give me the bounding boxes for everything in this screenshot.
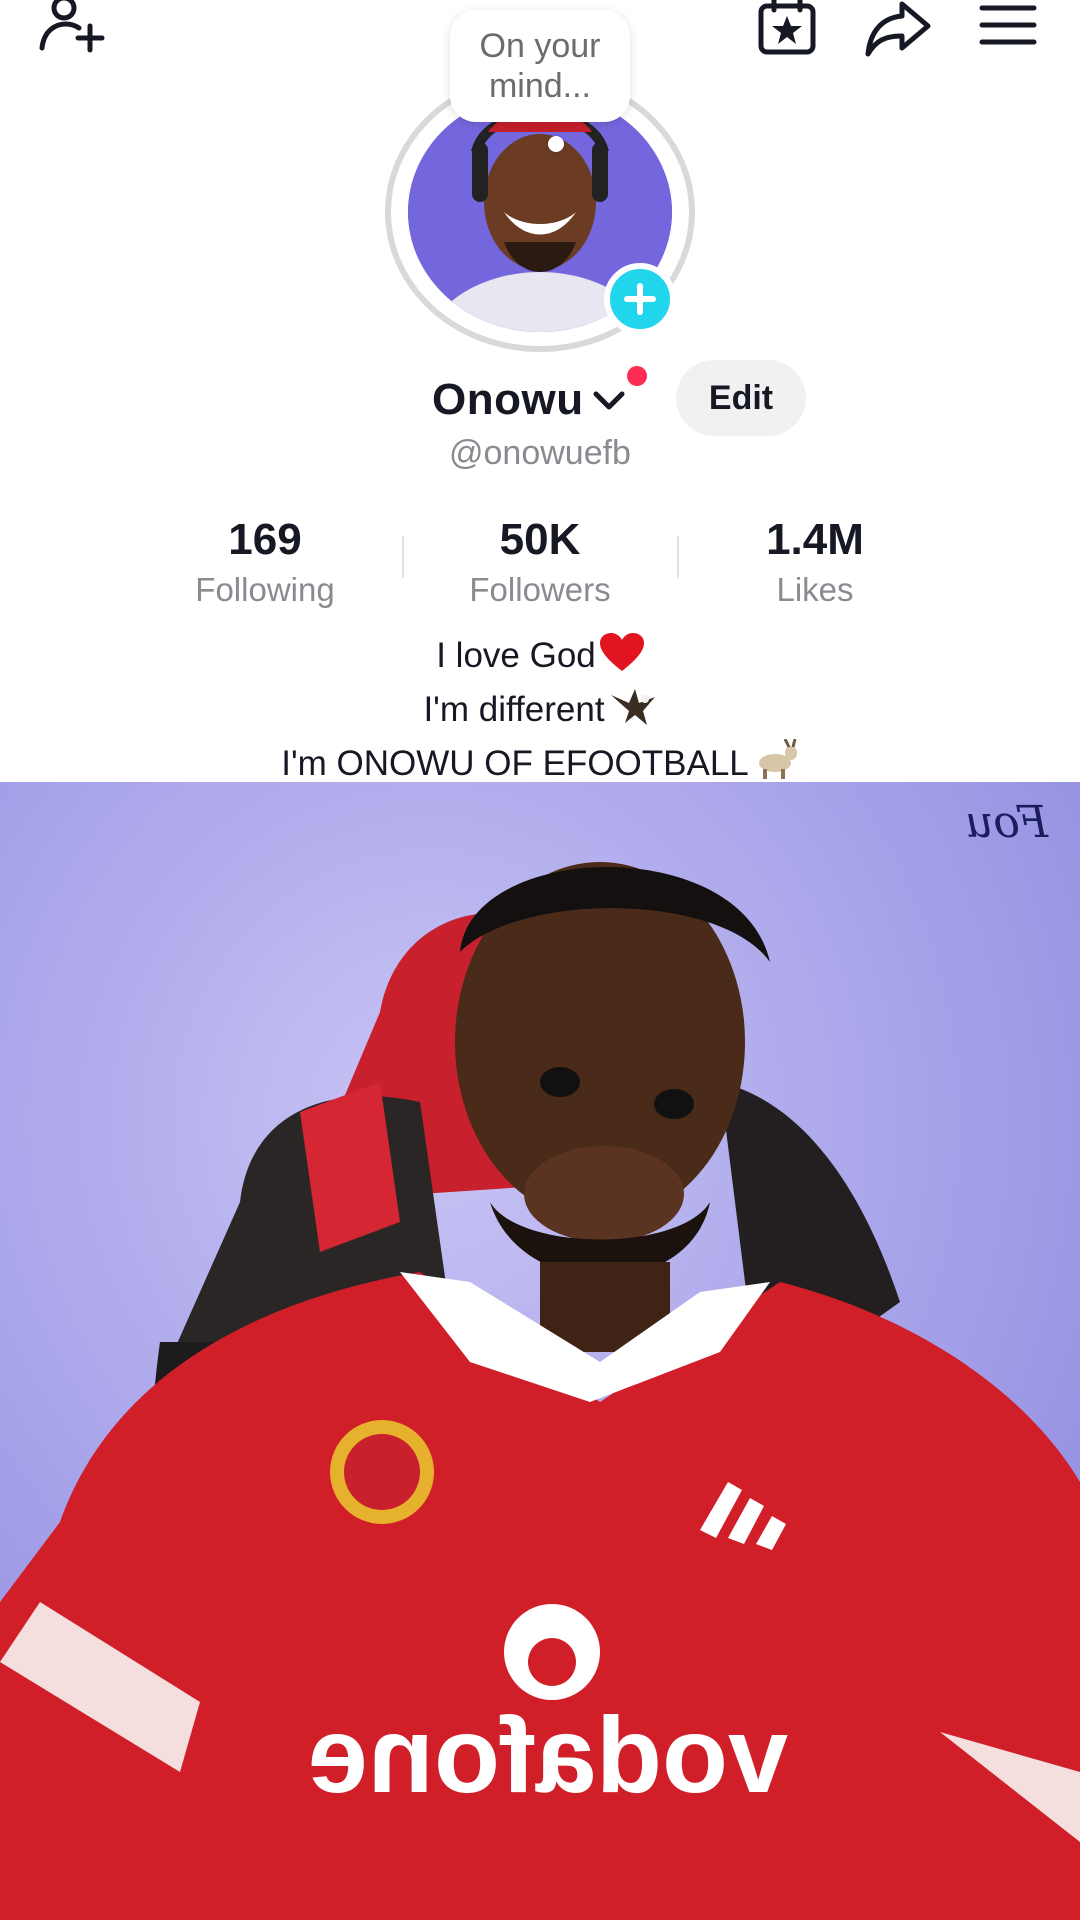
bio-line: I love God (0, 632, 1080, 685)
display-name: Onowu (432, 375, 584, 424)
following-count: 169 (228, 515, 302, 564)
stat-divider (677, 536, 679, 578)
plus-icon (624, 283, 656, 315)
eagle-emoji-icon (609, 685, 657, 739)
username: @onowuefb (449, 434, 631, 472)
followers-stat[interactable]: 50K Followers (420, 512, 660, 612)
jersey-sponsor-text: vodafone (308, 1694, 788, 1815)
note-text: On your mind... (479, 27, 601, 105)
likes-stat[interactable]: 1.4M Likes (695, 512, 935, 612)
following-label: Following (195, 571, 335, 608)
notification-dot (627, 366, 647, 386)
profile-screen: On your mind... Onowu Edit @onowuefb 169… (0, 0, 1080, 1920)
bio-text: I'm ONOWU OF EFOOTBALL (281, 744, 749, 783)
video-frame: vodafone (0, 782, 1080, 1920)
video-overlay[interactable]: vodafone Fou (0, 782, 1080, 1920)
likes-label: Likes (776, 571, 854, 608)
name-row[interactable]: Onowu (432, 368, 626, 432)
add-story-button[interactable] (604, 263, 676, 335)
note-bubble[interactable]: On your mind... (450, 10, 630, 122)
events-calendar-icon[interactable] (752, 0, 824, 60)
following-stat[interactable]: 169 Following (145, 512, 385, 612)
bio: I love God I'm different I'm ONOWU OF EF… (0, 632, 1080, 793)
wall-text: Fou (965, 797, 1048, 848)
bio-text: I love God (436, 636, 596, 675)
chevron-down-icon[interactable] (592, 388, 626, 412)
bio-text: I'm different (423, 690, 605, 729)
add-friend-icon[interactable] (36, 0, 108, 60)
share-icon[interactable] (862, 0, 934, 60)
edit-profile-button[interactable]: Edit (676, 360, 806, 436)
note-bubble-tail (548, 136, 564, 152)
bio-line: I'm different (0, 685, 1080, 739)
followers-label: Followers (469, 571, 611, 608)
menu-icon[interactable] (972, 0, 1044, 60)
stat-divider (402, 536, 404, 578)
likes-count: 1.4M (766, 515, 864, 564)
heart-emoji-icon (599, 633, 644, 685)
followers-count: 50K (499, 515, 581, 564)
